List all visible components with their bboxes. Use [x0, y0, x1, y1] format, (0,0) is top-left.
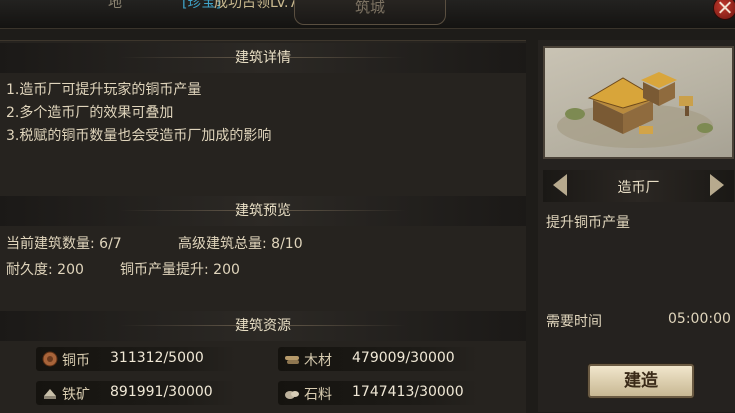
chevron-right-icon[interactable]: [710, 174, 724, 196]
resource-stone: 石料 1747413/30000: [278, 381, 478, 405]
building-name: 造币厂: [617, 180, 660, 196]
details-header: 建筑详情: [0, 43, 526, 73]
building-count: 当前建筑数量: 6/7: [6, 236, 122, 252]
detail-line-3: 3.税赋的铜币数量也会受造币厂加成的影响: [6, 128, 272, 144]
resources-header-label: 建筑资源: [235, 318, 291, 334]
resource-wood: 木材 479009/30000: [278, 347, 478, 371]
resource-name: 铜币: [62, 353, 90, 369]
resource-value: 1747413/30000: [352, 384, 464, 400]
details-header-label: 建筑详情: [235, 50, 291, 66]
left-panel: 建筑详情 1.造币厂可提升玩家的铜币产量 2.多个造币厂的效果可叠加 3.税赋的…: [0, 40, 526, 413]
building-selector: 造币厂: [543, 170, 734, 202]
required-time-value: 05:00:00: [668, 311, 731, 327]
close-icon[interactable]: [713, 0, 735, 20]
resource-copper: 铜币 311312/5000: [36, 347, 236, 371]
resources-header: 建筑资源: [0, 311, 526, 341]
copper-output-bonus: 铜币产量提升: 200: [120, 262, 240, 278]
iron-ore-icon: [44, 389, 56, 399]
resource-value: 311312/5000: [110, 350, 204, 366]
copper-coin-icon: [42, 351, 58, 367]
preview-header-label: 建筑预览: [235, 203, 291, 219]
resource-name: 石料: [304, 387, 332, 403]
durability: 耐久度: 200: [6, 262, 84, 278]
tab-build-city[interactable]: 筑城: [294, 0, 446, 25]
resource-name: 木材: [304, 353, 332, 369]
detail-line-1: 1.造币厂可提升玩家的铜币产量: [6, 82, 202, 98]
wood-icon: [285, 356, 299, 364]
top-left-text: 地: [108, 0, 122, 11]
stone-icon: [285, 391, 299, 399]
mint-building-illustration: [557, 72, 713, 148]
tab-label: 筑城: [354, 0, 385, 16]
build-button[interactable]: 建造: [588, 364, 694, 398]
building-preview-image: [543, 46, 734, 159]
top-bar: 地 [珍宝] 成功占领LV.7土地 筑城: [0, 0, 735, 29]
resource-value: 891991/30000: [110, 384, 213, 400]
advanced-building-total: 高级建筑总量: 8/10: [178, 236, 303, 252]
required-time-label: 需要时间: [546, 314, 602, 330]
building-description: 提升铜币产量: [546, 215, 630, 231]
resource-value: 479009/30000: [352, 350, 455, 366]
preview-header: 建筑预览: [0, 196, 526, 226]
resource-name: 铁矿: [62, 387, 90, 403]
resource-iron: 铁矿 891991/30000: [36, 381, 236, 405]
detail-line-2: 2.多个造币厂的效果可叠加: [6, 105, 174, 121]
